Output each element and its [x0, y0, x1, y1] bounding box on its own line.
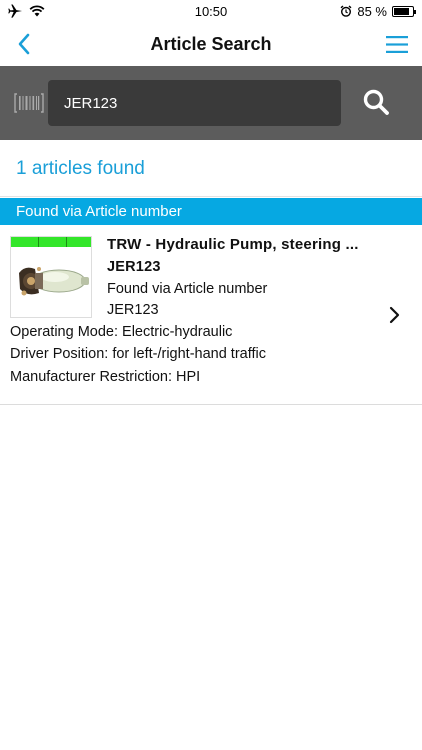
menu-button[interactable] — [384, 32, 410, 56]
hydraulic-pump-image — [19, 267, 89, 296]
wifi-icon — [29, 5, 45, 17]
battery-icon — [392, 5, 416, 17]
result-list-item[interactable]: TRW - Hydraulic Pump, steering ... JER12… — [0, 225, 422, 405]
open-article-button[interactable] — [388, 305, 402, 325]
back-button[interactable] — [10, 30, 38, 58]
status-left — [8, 4, 45, 18]
found-via-label: Found via Article number — [107, 281, 268, 297]
chevron-left-icon — [18, 33, 30, 55]
battery-percent: 85 % — [357, 3, 387, 19]
hamburger-menu-icon — [386, 35, 408, 53]
search-input[interactable] — [48, 80, 341, 126]
barcode-icon — [14, 93, 44, 113]
product-thumbnail — [10, 236, 92, 318]
airplane-icon — [8, 4, 23, 18]
status-right: 85 % — [340, 3, 416, 19]
attribute-operating-mode: Operating Mode: Electric-hydraulic — [10, 324, 233, 340]
search-bar — [0, 66, 422, 140]
results-count: 1 articles found — [0, 141, 422, 197]
article-number: JER123 — [107, 259, 161, 275]
attribute-driver-position: Driver Position: for left-/right-hand tr… — [10, 346, 266, 362]
navigation-bar: Article Search — [0, 22, 422, 66]
page-title: Article Search — [150, 33, 272, 54]
barcode-scan-button[interactable] — [14, 90, 44, 116]
alarm-icon — [340, 5, 352, 17]
section-header: Found via Article number — [0, 198, 422, 225]
attribute-manufacturer-restriction: Manufacturer Restriction: HPI — [10, 369, 201, 385]
chevron-right-icon — [389, 306, 400, 324]
search-button[interactable] — [362, 88, 392, 118]
article-title: TRW - Hydraulic Pump, steering ... — [107, 236, 359, 253]
status-bar: 10:50 85 % — [0, 0, 422, 22]
match-value: JER123 — [107, 302, 159, 318]
search-icon — [363, 89, 389, 115]
